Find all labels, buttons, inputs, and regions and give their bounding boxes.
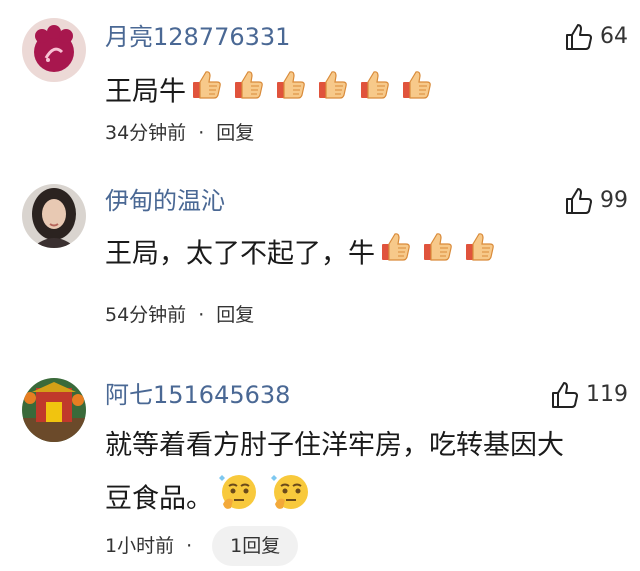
thumbs-up-emoji	[463, 230, 497, 280]
timestamp: 54分钟前	[105, 304, 187, 326]
thumbs-up-outline-icon	[552, 382, 578, 408]
thumbs-up-emoji	[316, 68, 350, 118]
username[interactable]: 月亮128776331	[105, 19, 290, 55]
comment-item: 月亮128776331 64 王局牛 34分钟前 · 回复	[0, 0, 640, 182]
thumbs-up-emoji	[379, 230, 413, 280]
separator: ·	[198, 304, 205, 326]
separator: ·	[186, 535, 193, 557]
comment-text: 王局牛	[105, 68, 616, 118]
thumbs-up-outline-icon	[566, 24, 592, 50]
comment-meta: 1小时前 · 1回复	[105, 526, 299, 566]
thinking-face-icon	[213, 475, 317, 515]
thumbs-up-emoji	[274, 68, 308, 118]
thumbs-up-emoji	[421, 230, 455, 280]
thumbs-up-outline-icon	[566, 188, 592, 214]
reply-button[interactable]: 回复	[216, 118, 254, 148]
comment-text: 就等着看方肘子住洋牢房，吃转基因大 豆食品。	[105, 422, 616, 530]
thumbs-up-emoji	[232, 68, 266, 118]
thumbs-up-emoji	[358, 68, 392, 118]
avatar[interactable]	[22, 18, 86, 82]
thumbs-up-icon	[375, 233, 501, 270]
timestamp: 34分钟前	[105, 122, 187, 144]
avatar[interactable]	[22, 378, 86, 442]
thumbs-up-icon	[186, 71, 438, 108]
comment-meta: 34分钟前 · 回复	[105, 118, 254, 148]
like-count: 99	[600, 188, 628, 213]
username[interactable]: 伊甸的温沁	[105, 183, 225, 219]
thinking-face-emoji	[269, 470, 313, 530]
like-button[interactable]: 119	[550, 378, 628, 412]
comment-text: 王局，太了不起了，牛	[105, 230, 616, 280]
thinking-face-emoji	[217, 470, 261, 530]
comment-item: 阿七151645638 119 就等着看方肘子住洋牢房，吃转基因大 豆食品。 1…	[0, 364, 640, 571]
thumbs-up-emoji	[400, 68, 434, 118]
like-count: 64	[600, 24, 628, 49]
like-button[interactable]: 64	[564, 20, 628, 54]
separator: ·	[198, 122, 205, 144]
username[interactable]: 阿七151645638	[105, 377, 290, 413]
like-button[interactable]: 99	[564, 184, 628, 218]
timestamp: 1小时前	[105, 535, 175, 557]
comment-meta: 54分钟前 · 回复	[105, 300, 254, 330]
reply-button[interactable]: 1回复	[212, 526, 299, 566]
avatar[interactable]	[22, 184, 86, 248]
reply-button[interactable]: 回复	[216, 300, 254, 330]
thumbs-up-emoji	[190, 68, 224, 118]
like-count: 119	[586, 382, 628, 407]
comment-item: 伊甸的温沁 99 王局，太了不起了，牛 54分钟前 · 回复	[0, 182, 640, 364]
